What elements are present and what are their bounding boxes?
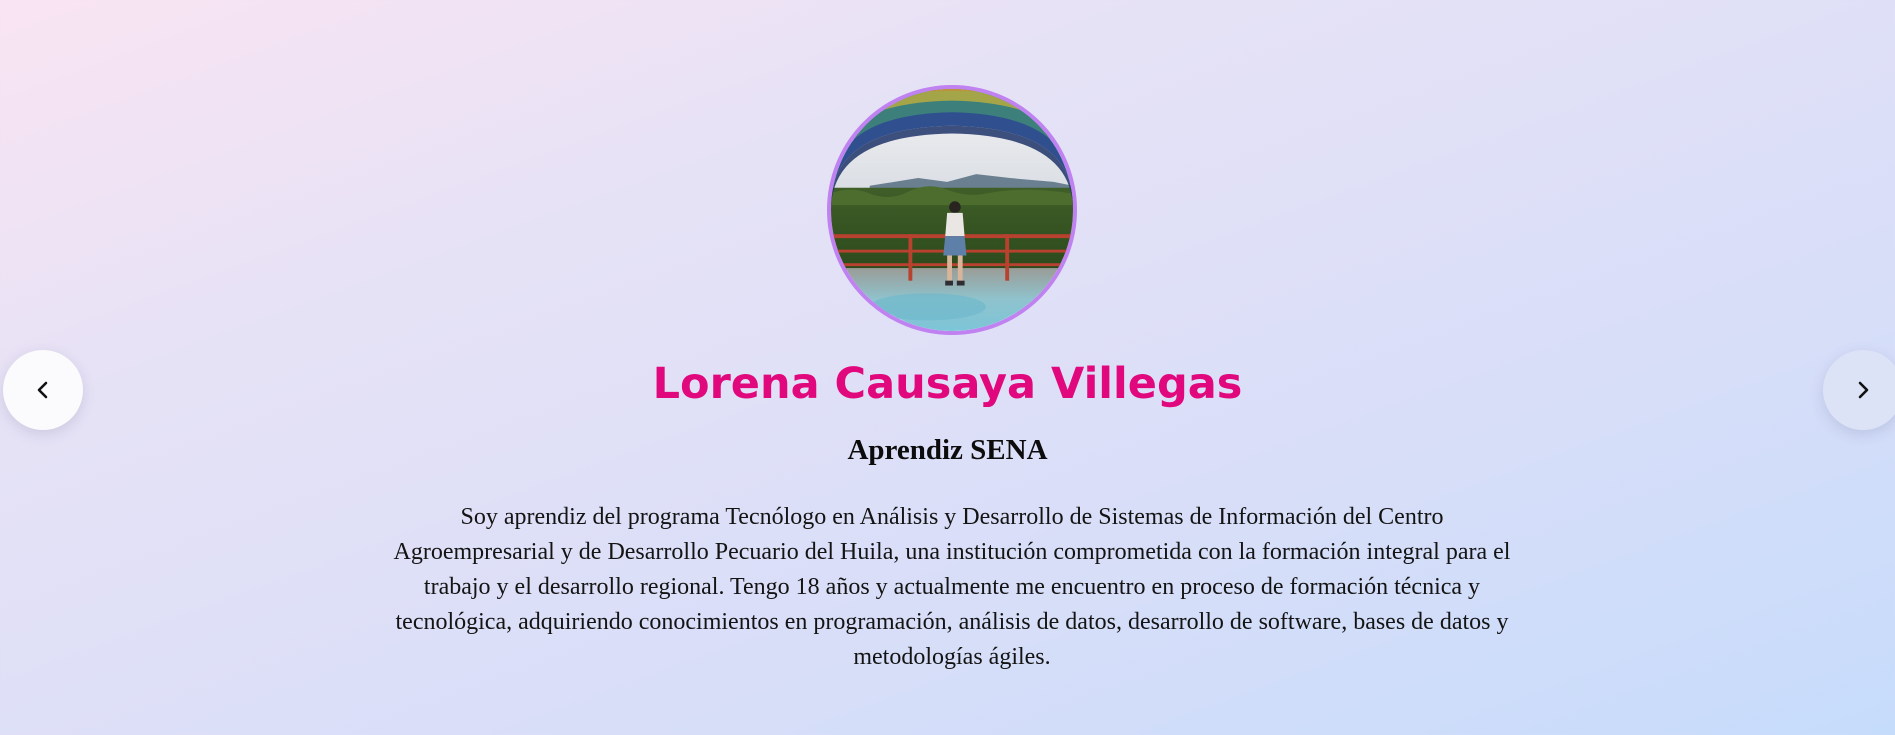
next-button[interactable]	[1823, 350, 1895, 430]
profile-role: Aprendiz SENA	[847, 434, 1048, 466]
profile-bio: Soy aprendiz del programa Tecnólogo en A…	[393, 504, 1511, 670]
chevron-right-icon	[1858, 381, 1869, 399]
previous-button[interactable]	[3, 350, 83, 430]
profile-name: Lorena Causaya Villegas	[652, 359, 1243, 409]
profile-section: Lorena Causaya Villegas Aprendiz SENA So…	[0, 0, 1895, 735]
profile-photo	[827, 85, 1077, 335]
chevron-left-icon	[37, 381, 48, 399]
profile-photo-image	[831, 89, 1073, 331]
